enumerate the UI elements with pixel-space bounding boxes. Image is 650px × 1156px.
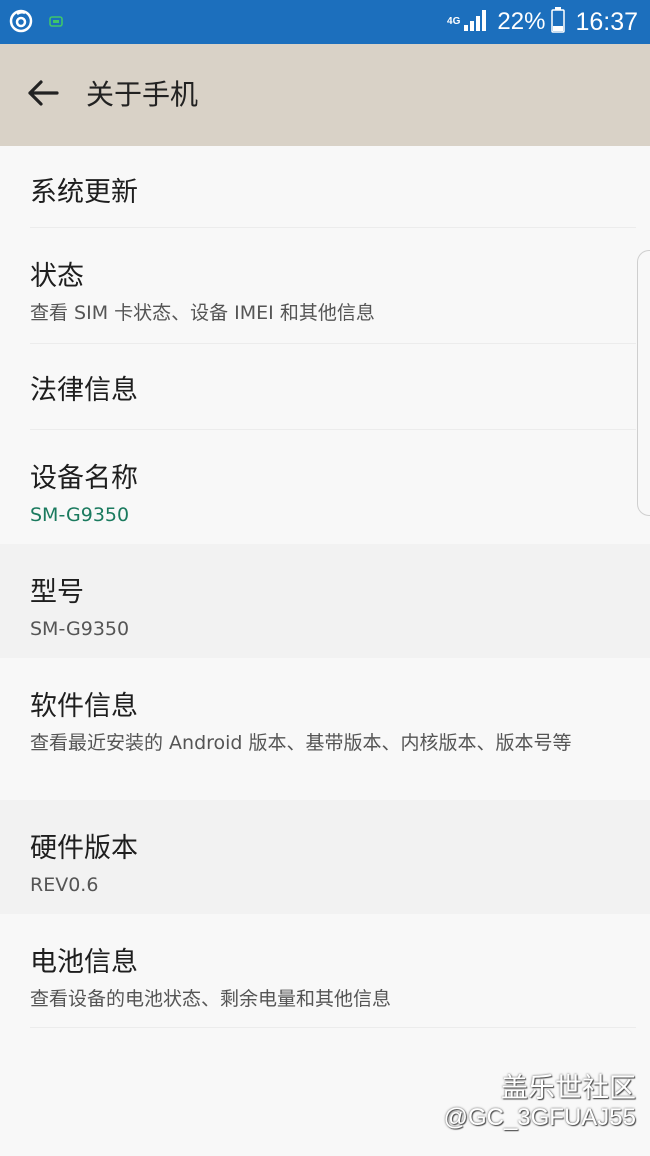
watermark-community: 盖乐世社区 bbox=[501, 1073, 636, 1104]
device-name-value: SM-G9350 bbox=[30, 504, 130, 526]
app-bar: 关于手机 bbox=[0, 44, 650, 146]
settings-item-title: 电池信息 bbox=[30, 947, 138, 978]
settings-item-subtitle: 查看 SIM 卡状态、设备 IMEI 和其他信息 bbox=[30, 302, 375, 324]
settings-item-battery-info[interactable]: 电池信息 查看设备的电池状态、剩余电量和其他信息 bbox=[0, 914, 650, 1028]
edge-scroll-handle[interactable] bbox=[637, 250, 650, 516]
page-title: 关于手机 bbox=[86, 78, 199, 111]
status-bar: 4G 22% 16:37 bbox=[0, 0, 650, 44]
settings-item-title: 状态 bbox=[30, 261, 84, 292]
settings-item-software-info[interactable]: 软件信息 查看最近安装的 Android 版本、基带版本、内核版本、版本号等 bbox=[0, 658, 650, 800]
model-value: SM-G9350 bbox=[30, 618, 130, 640]
settings-item-title: 型号 bbox=[30, 577, 84, 608]
settings-item-hardware-version: 硬件版本 REV0.6 bbox=[0, 800, 650, 914]
back-button[interactable] bbox=[22, 75, 64, 115]
signal-icon bbox=[463, 8, 489, 36]
network-label: 4G bbox=[447, 16, 461, 27]
arrow-left-icon bbox=[27, 79, 59, 111]
settings-list: 系统更新 状态 查看 SIM 卡状态、设备 IMEI 和其他信息 法律信息 设备… bbox=[0, 146, 650, 1028]
settings-item-legal-info[interactable]: 法律信息 bbox=[0, 344, 650, 430]
clock: 16:37 bbox=[575, 7, 638, 36]
settings-item-title: 法律信息 bbox=[30, 375, 138, 406]
settings-item-subtitle: 查看最近安装的 Android 版本、基带版本、内核版本、版本号等 bbox=[30, 732, 572, 754]
settings-item-device-name[interactable]: 设备名称 SM-G9350 bbox=[0, 430, 650, 544]
battery-icon bbox=[551, 7, 566, 37]
status-bar-system: 4G 22% 16:37 bbox=[447, 0, 638, 44]
settings-item-title: 硬件版本 bbox=[30, 833, 138, 864]
music-app-icon bbox=[8, 8, 34, 38]
settings-item-title: 设备名称 bbox=[30, 463, 138, 494]
settings-item-title: 系统更新 bbox=[30, 177, 138, 208]
screen-notification-icon bbox=[48, 13, 64, 33]
watermark-user: @GC_3GFUAJ55 bbox=[443, 1104, 636, 1131]
hardware-version-value: REV0.6 bbox=[30, 874, 99, 896]
settings-item-subtitle: 查看设备的电池状态、剩余电量和其他信息 bbox=[30, 988, 392, 1010]
divider bbox=[30, 1027, 636, 1028]
status-bar-notifications bbox=[8, 8, 64, 38]
settings-item-status[interactable]: 状态 查看 SIM 卡状态、设备 IMEI 和其他信息 bbox=[0, 228, 650, 344]
settings-item-system-update[interactable]: 系统更新 bbox=[0, 146, 650, 228]
settings-item-model: 型号 SM-G9350 bbox=[0, 544, 650, 658]
settings-item-title: 软件信息 bbox=[30, 691, 138, 722]
battery-percent: 22% bbox=[497, 8, 546, 35]
